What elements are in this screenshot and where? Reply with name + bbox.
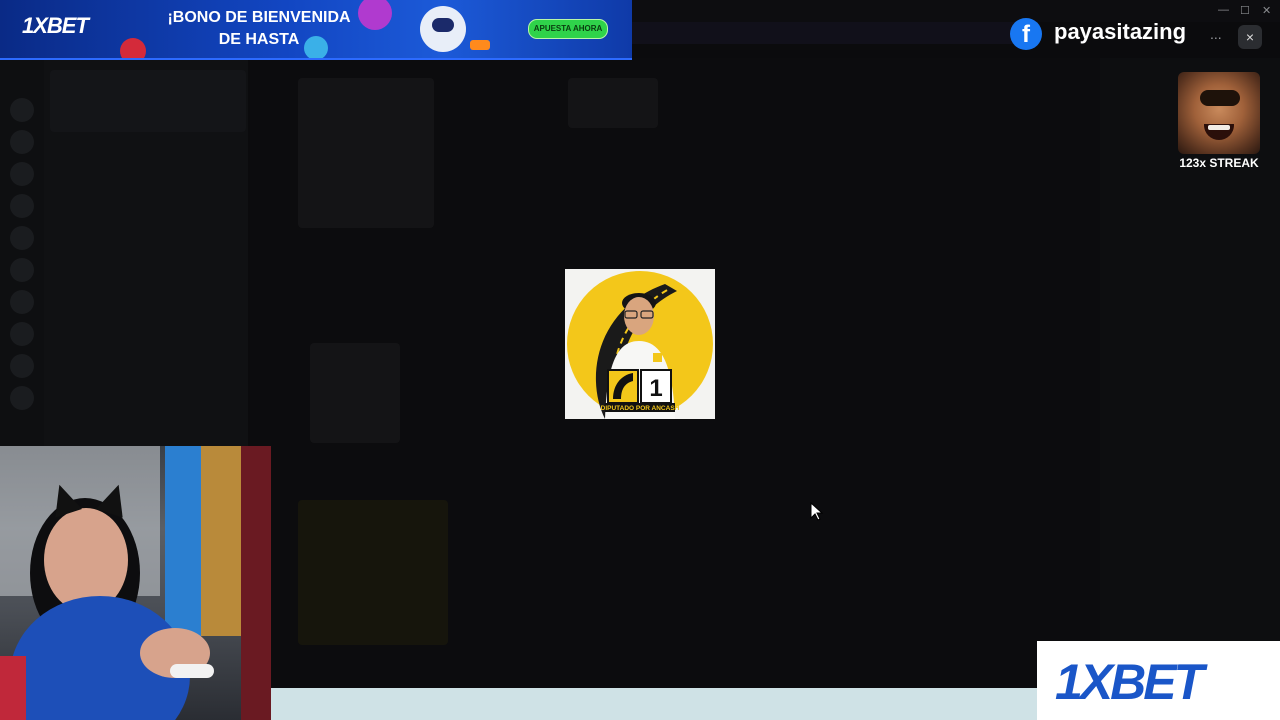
face-shape <box>624 297 654 335</box>
brand-logo: 1XBET <box>1055 654 1204 710</box>
embed-card <box>568 78 658 128</box>
close-overlay-button[interactable]: × <box>1238 25 1262 49</box>
bracelet-icon <box>170 664 214 678</box>
laughing-face-image <box>1178 72 1260 154</box>
ballot-number: 1 <box>649 375 662 402</box>
facebook-username: payasitazing <box>1054 19 1187 44</box>
streak-label: 123x STREAK <box>1179 156 1259 170</box>
server-icon[interactable] <box>10 194 34 218</box>
robot-visor-icon <box>432 18 454 32</box>
ad-subheadline: DE HASTA <box>218 31 300 48</box>
bet-now-button[interactable]: APUESTA AHORA <box>528 19 608 39</box>
server-icon[interactable] <box>10 322 34 346</box>
microphone-arm <box>0 656 26 720</box>
brand-logo: 1XBET <box>22 13 89 38</box>
blue-curtain <box>165 446 201 646</box>
server-icon[interactable] <box>10 258 34 282</box>
window-close-icon[interactable]: ✕ <box>1262 4 1271 17</box>
server-icon[interactable] <box>10 290 34 314</box>
chat-image <box>310 343 400 443</box>
hair-shape <box>1200 90 1240 106</box>
maximize-icon[interactable]: ☐ <box>1240 4 1250 17</box>
red-curtain <box>241 446 271 720</box>
chat-image <box>298 500 448 645</box>
webcam-feed <box>0 446 271 720</box>
ad-headline: ¡BONO DE BIENVENIDA <box>167 9 351 26</box>
server-icon[interactable] <box>10 354 34 378</box>
mouse-cursor-icon <box>810 502 824 521</box>
server-icon[interactable] <box>10 98 34 122</box>
profile-picture-popup: 1 DIPUTADO POR ANCASH <box>565 269 715 420</box>
notice-bar <box>632 22 1032 44</box>
server-icon[interactable] <box>10 226 34 250</box>
chat-image <box>298 78 434 228</box>
yellow-curtain <box>201 446 241 636</box>
bottom-bar <box>271 688 1037 720</box>
more-icon[interactable]: ... <box>1210 26 1222 42</box>
ad-banner-top[interactable]: 1XBET ¡BONO DE BIENVENIDA DE HASTA APUES… <box>0 0 632 60</box>
server-banner <box>50 70 246 132</box>
server-icon[interactable] <box>10 130 34 154</box>
teeth-shape <box>1208 125 1230 130</box>
server-icon[interactable] <box>10 162 34 186</box>
minimize-icon[interactable]: — <box>1218 4 1229 16</box>
candidate-poster: 1 DIPUTADO POR ANCASH <box>567 271 713 420</box>
rocket-flame-icon <box>470 40 490 50</box>
facebook-badge: f payasitazing ... <box>1010 18 1228 50</box>
server-rail <box>0 58 44 448</box>
facebook-icon: f <box>1010 18 1042 50</box>
server-icon[interactable] <box>10 386 34 410</box>
poster-caption: DIPUTADO POR ANCASH <box>601 405 680 412</box>
party-pin-icon <box>653 353 662 362</box>
ad-logo-bottom[interactable]: 1XBET <box>1037 641 1280 720</box>
